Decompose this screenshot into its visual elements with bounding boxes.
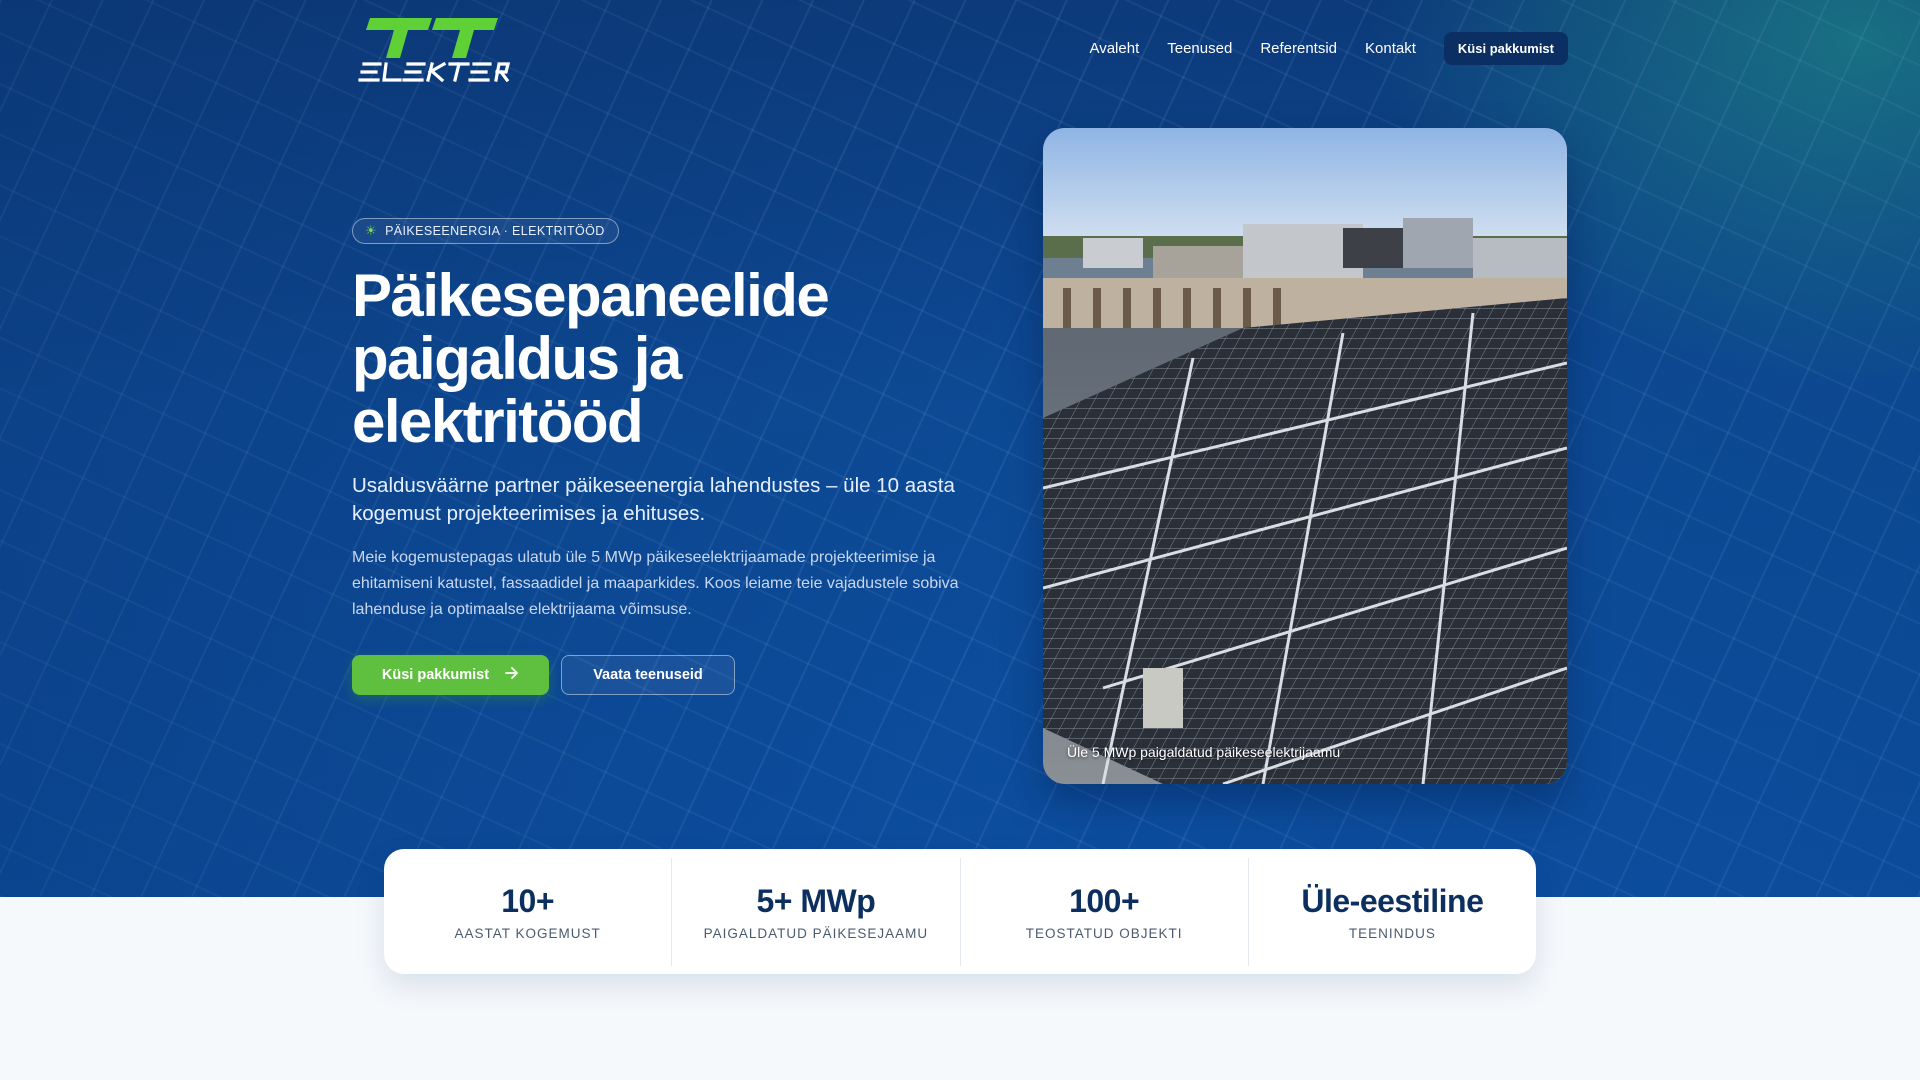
stat-coverage: Üle-eestiline TEENINDUS: [1249, 858, 1536, 966]
stat-capacity: 5+ MWp PAIGALDATUD PÄIKESEJAAMU: [672, 857, 961, 966]
request-quote-button[interactable]: Küsi pakkumist: [352, 655, 549, 695]
stat-value: 10+: [501, 882, 555, 919]
stat-label: PAIGALDATUD PÄIKESEJAAMU: [703, 925, 929, 941]
nav-item-avaleht[interactable]: Avaleht: [1089, 40, 1139, 57]
stats-bar: 10+ AASTAT KOGEMUST 5+ MWp PAIGALDATUD P…: [384, 849, 1536, 974]
stat-label: TEOSTATUD OBJEKTI: [1025, 925, 1183, 941]
stat-experience: 10+ AASTAT KOGEMUST: [384, 857, 673, 966]
request-quote-label: Küsi pakkumist: [381, 667, 490, 683]
stat-value: 5+ MWp: [756, 882, 876, 919]
sun-icon: ☀: [365, 223, 378, 238]
stat-projects: 100+ TEOSTATUD OBJEKTI: [961, 857, 1249, 966]
category-badge: ☀ PÄIKESEENERGIA · ELEKTRITÖÖD: [352, 218, 619, 244]
stat-value: 100+: [1069, 882, 1140, 919]
nav-item-teenused[interactable]: Teenused: [1167, 40, 1232, 57]
arrow-right-icon: [505, 667, 519, 683]
nav-quote-button[interactable]: Küsi pakkumist: [1443, 31, 1568, 65]
nav-item-referentsid[interactable]: Referentsid: [1260, 40, 1337, 57]
photo-caption: Üle 5 MWp paigaldatud päikeseelektrijaam…: [1067, 744, 1341, 760]
nav-item-kontakt[interactable]: Kontakt: [1365, 40, 1416, 57]
hero-section: Avaleht Teenused Referentsid Kontakt Küs…: [0, 0, 1920, 897]
view-services-button[interactable]: Vaata teenuseid: [561, 655, 735, 695]
brand-logo[interactable]: [356, 16, 511, 83]
badge-label: PÄIKESEENERGIA · ELEKTRITÖÖD: [385, 224, 605, 238]
hero-lead: Usaldusväärne partner päikeseenergia lah…: [352, 474, 955, 525]
stat-label: AASTAT KOGEMUST: [454, 925, 601, 941]
page-title: Päikesepaneelide paigaldus ja elektritöö…: [352, 262, 830, 455]
solar-roof-photo: Üle 5 MWp paigaldatud päikeseelektrijaam…: [1043, 128, 1567, 784]
hero-description: Meie kogemustepagas ulatub üle 5 MWp päi…: [352, 549, 959, 618]
main-nav: Avaleht Teenused Referentsid Kontakt Küs…: [1089, 31, 1568, 65]
stat-label: TEENINDUS: [1348, 925, 1436, 941]
stat-value: Üle-eestiline: [1301, 882, 1484, 919]
